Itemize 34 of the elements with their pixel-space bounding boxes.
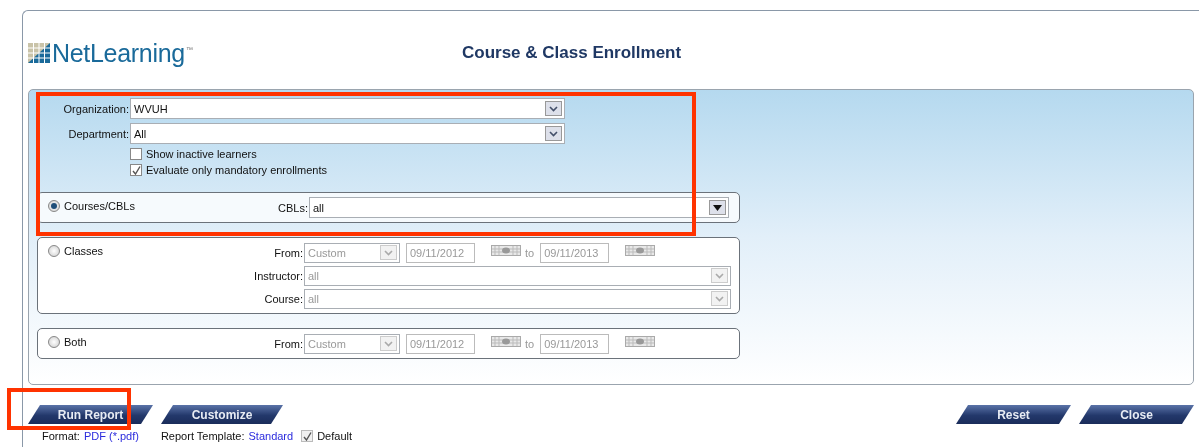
- calendar-icon[interactable]: [491, 245, 521, 256]
- action-button[interactable]: Customize: [161, 405, 283, 424]
- mode-radio[interactable]: Classes: [48, 245, 104, 257]
- range-joiner: to: [525, 337, 535, 350]
- checkbox-option[interactable]: Show inactive learners: [37, 146, 1185, 162]
- action-button[interactable]: Run Report: [28, 405, 153, 424]
- action-button[interactable]: Reset: [956, 405, 1071, 424]
- action-button[interactable]: Close: [1079, 405, 1194, 424]
- mode-radio[interactable]: Both: [48, 336, 87, 348]
- checkmark-icon: [131, 165, 141, 175]
- range-joiner: to: [525, 246, 535, 259]
- calendar-icon[interactable]: [625, 245, 656, 256]
- format-link[interactable]: PDF (*.pdf): [83, 430, 139, 442]
- field-label: Organization:: [62, 102, 130, 115]
- template-label: Report Template:: [160, 430, 245, 442]
- field-label: Department:: [67, 127, 130, 140]
- field-label: CBLs:: [277, 201, 309, 214]
- page-title: Course & Class Enrollment: [462, 43, 682, 63]
- format-label: Format:: [42, 430, 80, 442]
- mode-radio[interactable]: Courses/CBLs: [48, 200, 135, 212]
- template-link[interactable]: Standard: [248, 430, 294, 442]
- dropdown[interactable]: All: [130, 123, 565, 144]
- field-label: From:: [273, 246, 304, 259]
- field-label: From:: [273, 337, 304, 350]
- field-label: Course:: [263, 292, 304, 305]
- logo: NetLearning$^{™}$: [28, 38, 328, 68]
- field-label: Instructor:: [253, 269, 304, 282]
- calendar-icon[interactable]: [491, 336, 521, 347]
- checkmark-icon: [302, 431, 312, 441]
- checkbox-option[interactable]: Evaluate only mandatory enrollments: [37, 162, 1185, 178]
- calendar-icon[interactable]: [625, 336, 656, 347]
- logo-grid-icon: [28, 43, 50, 63]
- dropdown[interactable]: all: [309, 197, 729, 218]
- dropdown[interactable]: WVUH: [130, 98, 565, 119]
